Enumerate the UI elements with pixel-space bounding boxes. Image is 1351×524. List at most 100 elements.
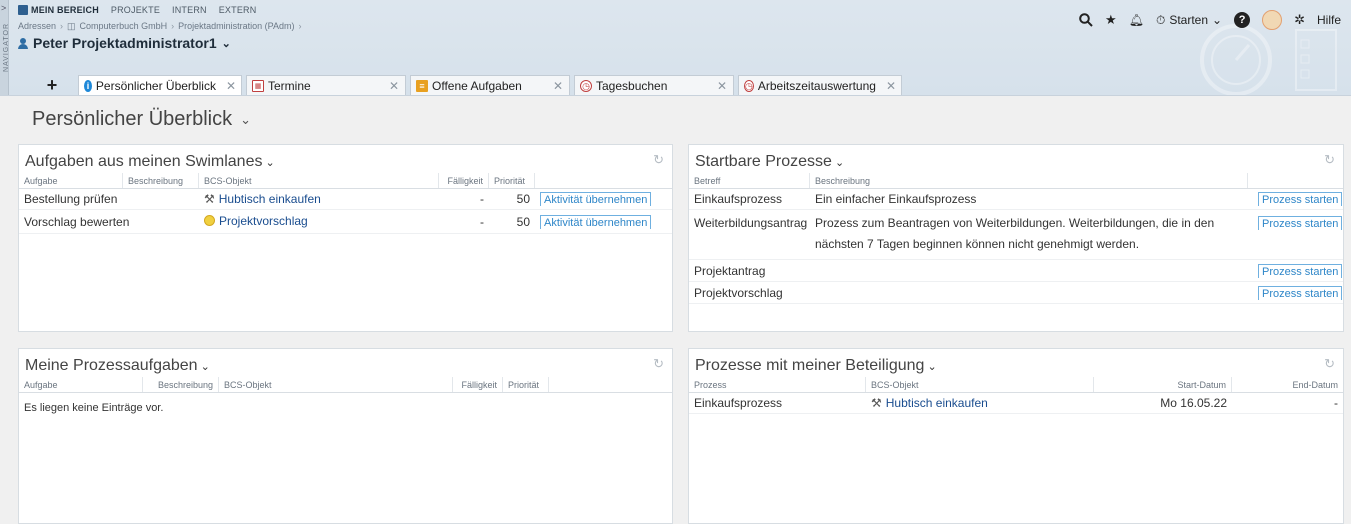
navigator-expand-icon[interactable]: >: [1, 3, 6, 13]
table-row[interactable]: Projektantrag Prozess starten: [689, 260, 1343, 282]
chevron-down-icon: ⌄: [834, 157, 845, 169]
breadcrumb-item-company[interactable]: Computerbuch GmbH: [80, 21, 168, 32]
process-subject: Projektvorschlag: [694, 285, 783, 300]
help-icon[interactable]: ?: [1234, 12, 1251, 28]
chevron-down-icon: ⌄: [240, 111, 251, 127]
panel-processes-with-participation: Prozesse mit meiner Beteiligung ⌄ ↻ Proze…: [688, 348, 1344, 524]
column-header[interactable]: Aufgabe: [19, 173, 123, 188]
start-process-button[interactable]: Prozess starten: [1258, 192, 1343, 206]
breadcrumb-separator: ›: [171, 21, 175, 31]
process-subject: Weiterbildungsantrag: [694, 216, 808, 230]
app-header: > NAVIGATOR MEIN BEREICH PROJEKTE INTERN…: [0, 0, 1351, 96]
close-tab-icon[interactable]: ✕: [717, 79, 727, 93]
page-title-selector[interactable]: Persönlicher Überblick ⌄: [32, 108, 251, 131]
due-date: -: [480, 214, 484, 229]
context-user-selector[interactable]: Peter Projektadministrator1 ⌄: [18, 35, 231, 51]
table-row[interactable]: Weiterbildungsantrag Prozess zum Beantra…: [689, 210, 1343, 260]
panel-swimlane-tasks: Aufgaben aus meinen Swimlanes ⌄ ↻ Aufgabe…: [18, 144, 673, 332]
take-over-activity-button[interactable]: Aktivität übernehmen: [540, 214, 652, 229]
tab-offene-aufgaben[interactable]: ≡ Offene Aufgaben ✕: [410, 75, 570, 95]
column-header[interactable]: Fälligkeit: [439, 173, 489, 188]
column-header[interactable]: BCS-Objekt: [219, 377, 453, 392]
close-tab-icon[interactable]: ✕: [226, 79, 236, 93]
start-timer-button[interactable]: ⏱︎ Starten ⌄: [1156, 13, 1222, 28]
column-header[interactable]: Beschreibung: [123, 173, 199, 188]
avatar[interactable]: [1262, 10, 1283, 30]
breadcrumb: Adressen › ◫ Computerbuch GmbH › Projekt…: [18, 21, 301, 32]
tasks-icon: ≡: [416, 80, 428, 92]
tab-termine[interactable]: ▦ Termine ✕: [246, 75, 406, 95]
navigator-label: NAVIGATOR: [3, 22, 11, 73]
column-header[interactable]: Betreff: [689, 173, 810, 188]
bcs-object-link[interactable]: Projektvorschlag: [204, 214, 308, 228]
chevron-down-icon: ⌄: [221, 37, 231, 50]
panel-title-selector[interactable]: Meine Prozessaufgaben ⌄: [25, 357, 210, 375]
panel-title-selector[interactable]: Aufgaben aus meinen Swimlanes ⌄: [25, 153, 275, 171]
nav-extern[interactable]: EXTERN: [219, 5, 257, 15]
start-process-button[interactable]: Prozess starten: [1258, 263, 1343, 278]
close-tab-icon[interactable]: ✕: [886, 79, 896, 93]
panel-title-selector[interactable]: Startbare Prozesse ⌄: [695, 153, 844, 171]
search-icon[interactable]: [1079, 13, 1093, 27]
bcs-object-link[interactable]: ⚒ Hubtisch einkaufen: [204, 192, 321, 206]
column-header[interactable]: Start-Datum: [1094, 377, 1232, 392]
user-icon: [18, 37, 28, 49]
close-tab-icon[interactable]: ✕: [389, 79, 399, 93]
tool-icon: ⚒: [204, 192, 215, 206]
chevron-down-icon: ⌄: [200, 361, 210, 373]
help-link[interactable]: Hilfe: [1317, 13, 1341, 27]
tab-persoenlicher-ueberblick[interactable]: i Persönlicher Überblick ✕: [78, 75, 242, 95]
take-over-activity-button[interactable]: Aktivität übernehmen: [540, 192, 652, 206]
refresh-icon[interactable]: ↻: [653, 356, 664, 372]
breadcrumb-item-adressen[interactable]: Adressen: [18, 21, 56, 32]
panel-startable-processes: Startbare Prozesse ⌄ ↻ Betreff Beschreibu…: [688, 144, 1344, 332]
refresh-icon[interactable]: ↻: [1324, 152, 1335, 168]
table-header: Aufgabe Beschreibung BCS-Objekt Fälligke…: [19, 173, 672, 189]
chevron-down-icon: ⌄: [1212, 13, 1223, 27]
column-header[interactable]: Prozess: [689, 377, 866, 392]
calendar-icon: ▦: [252, 80, 264, 92]
table-row[interactable]: Einkaufsprozess Ein einfacher Einkaufspr…: [689, 189, 1343, 210]
column-header[interactable]: Priorität: [503, 377, 549, 392]
header-toolbar: ★ 🔔︎ ⏱︎ Starten ⌄ ? ✲ Hilfe: [1079, 10, 1341, 30]
task-name: Bestellung prüfen: [24, 192, 118, 206]
table-row[interactable]: Projektvorschlag Prozess starten: [689, 282, 1343, 304]
notifications-bell-icon[interactable]: 🔔︎: [1129, 13, 1144, 27]
tab-tagesbuchen[interactable]: ◷ Tagesbuchen ✕: [574, 75, 734, 95]
table-row[interactable]: Vorschlag bewerten Projektvorschlag - 50…: [19, 210, 672, 234]
column-header[interactable]: Aufgabe: [19, 377, 143, 392]
close-tab-icon[interactable]: ✕: [553, 79, 563, 93]
info-icon: i: [84, 80, 92, 92]
tool-icon: ⚒: [871, 396, 882, 410]
nav-intern[interactable]: INTERN: [172, 5, 207, 15]
navigator-strip[interactable]: > NAVIGATOR: [0, 0, 11, 95]
tab-arbeitszeitauswertung[interactable]: ◷ Arbeitszeitauswertung ✕: [738, 75, 902, 95]
column-header[interactable]: Beschreibung: [143, 377, 219, 392]
nav-mein-bereich[interactable]: MEIN BEREICH: [18, 5, 99, 15]
column-header[interactable]: End-Datum: [1232, 377, 1343, 392]
breadcrumb-separator: ›: [298, 21, 302, 31]
process-description: Prozess zum Beantragen von Weiterbildung…: [815, 216, 1215, 251]
end-date: -: [1334, 396, 1338, 410]
refresh-icon[interactable]: ↻: [1324, 356, 1335, 372]
start-process-button[interactable]: Prozess starten: [1258, 285, 1343, 300]
column-header[interactable]: Priorität: [489, 173, 535, 188]
favorites-star-icon[interactable]: ★: [1105, 12, 1117, 28]
settings-gear-icon[interactable]: ✲: [1294, 12, 1305, 28]
column-header[interactable]: BCS-Objekt: [866, 377, 1094, 392]
page-title: Persönlicher Überblick: [32, 108, 233, 130]
breadcrumb-item-project[interactable]: Projektadministration (PAdm): [178, 21, 294, 32]
column-header[interactable]: BCS-Objekt: [199, 173, 439, 188]
add-tab-button[interactable]: +: [30, 75, 74, 95]
column-header[interactable]: Fälligkeit: [453, 377, 503, 392]
column-header[interactable]: Beschreibung: [810, 173, 1248, 188]
nav-projekte[interactable]: PROJEKTE: [111, 5, 160, 15]
start-date: Mo 16.05.22: [1160, 396, 1227, 410]
table-row[interactable]: Bestellung prüfen ⚒ Hubtisch einkaufen - …: [19, 189, 672, 210]
bcs-object-link[interactable]: ⚒ Hubtisch einkaufen: [871, 396, 988, 410]
refresh-icon[interactable]: ↻: [653, 152, 664, 168]
breadcrumb-company-icon: ◫: [67, 21, 76, 31]
table-row[interactable]: Einkaufsprozess ⚒ Hubtisch einkaufen Mo 1…: [689, 393, 1343, 414]
start-process-button[interactable]: Prozess starten: [1258, 216, 1343, 230]
panel-title-selector[interactable]: Prozesse mit meiner Beteiligung ⌄: [695, 357, 937, 375]
